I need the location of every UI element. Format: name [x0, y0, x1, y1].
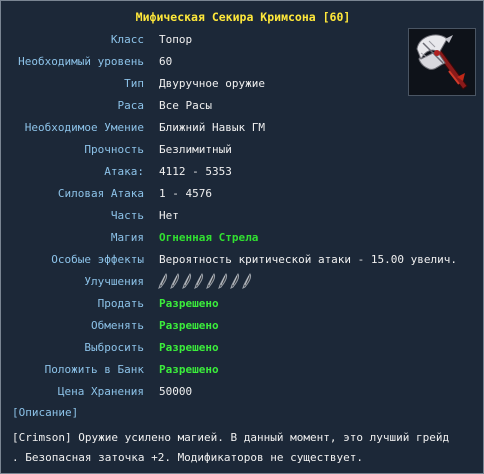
stat-row-drop: Выбросить Разрешено: [1, 341, 483, 363]
class-value: Топор: [159, 33, 193, 46]
required-skill-label: Необходимое Умение: [24, 121, 144, 134]
magic-value: Огненная Стрела: [159, 231, 259, 244]
stat-row-part: Часть Нет: [1, 209, 483, 231]
race-label: Раса: [117, 99, 145, 112]
race-value: Все Расы: [159, 99, 212, 112]
special-effects-label: Особые эффекты: [51, 253, 144, 266]
empty-upgrade-slot-icon: [194, 273, 204, 289]
description-header: [Описание]: [12, 406, 79, 419]
item-title: Мифическая Секира Кримсона [60]: [135, 10, 351, 24]
stat-row-type: Тип Двуручное оружие: [1, 77, 483, 99]
sell-label: Продать: [97, 297, 144, 310]
description-line-2: . Безопасная заточка +2. Модификаторов н…: [12, 451, 363, 464]
durability-value: Безлимитный: [159, 143, 232, 156]
empty-upgrade-slot-icon: [182, 273, 192, 289]
stat-row-upgrades: Улучшения: [1, 273, 483, 297]
trade-value: Разрешено: [159, 319, 219, 332]
stat-row-attack: Атака: 4112 - 5353: [1, 165, 483, 187]
stat-row-bank: Положить в Банк Разрешено: [1, 363, 483, 385]
upgrade-slots: [157, 273, 253, 289]
stat-row-storage-price: Цена Хранения 50000: [1, 385, 483, 407]
class-label: Класс: [110, 33, 144, 46]
attack-label: Атака:: [104, 165, 144, 178]
durability-label: Прочность: [84, 143, 144, 156]
force-attack-value: 1 - 4576: [159, 187, 212, 200]
type-label: Тип: [124, 77, 144, 90]
stat-row-magic: Магия Огненная Стрела: [1, 231, 483, 253]
stat-row-required-level: Необходимый уровень 60: [1, 55, 483, 77]
stat-row-race: Раса Все Расы: [1, 99, 483, 121]
type-value: Двуручное оружие: [159, 77, 265, 90]
stat-row-trade: Обменять Разрешено: [1, 319, 483, 341]
empty-upgrade-slot-icon: [242, 273, 252, 289]
drop-value: Разрешено: [159, 341, 219, 354]
special-effects-value: Вероятность критической атаки - 15.00 ув…: [159, 253, 458, 266]
sell-value: Разрешено: [159, 297, 219, 310]
part-value: Нет: [159, 209, 179, 222]
empty-upgrade-slot-icon: [206, 273, 216, 289]
empty-upgrade-slot-icon: [218, 273, 228, 289]
stat-row-force-attack: Силовая Атака 1 - 4576: [1, 187, 483, 209]
stat-row-class: Класс Топор: [1, 33, 483, 55]
trade-label: Обменять: [91, 319, 144, 332]
magic-label: Магия: [110, 231, 144, 244]
attack-value: 4112 - 5353: [159, 165, 232, 178]
stat-row-durability: Прочность Безлимитный: [1, 143, 483, 165]
stat-row-special-effects: Особые эффекты Вероятность критической а…: [1, 253, 483, 275]
empty-upgrade-slot-icon: [230, 273, 240, 289]
required-skill-value: Ближний Навык ГМ: [159, 121, 265, 134]
item-tooltip: Мифическая Секира Кримсона [60] Класс То…: [0, 0, 484, 474]
required-level-label: Необходимый уровень: [18, 55, 144, 68]
bank-label: Положить в Банк: [44, 363, 144, 376]
description-line-1: [Crimson] Оружие усилено магией. В данны…: [12, 431, 450, 444]
empty-upgrade-slot-icon: [158, 273, 168, 289]
storage-price-value: 50000: [159, 385, 193, 398]
stat-row-required-skill: Необходимое Умение Ближний Навык ГМ: [1, 121, 483, 143]
empty-upgrade-slot-icon: [170, 273, 180, 289]
required-level-value: 60: [159, 55, 173, 68]
storage-price-label: Цена Хранения: [57, 385, 144, 398]
stat-row-sell: Продать Разрешено: [1, 297, 483, 319]
part-label: Часть: [110, 209, 144, 222]
force-attack-label: Силовая Атака: [57, 187, 144, 200]
bank-value: Разрешено: [159, 363, 219, 376]
drop-label: Выбросить: [84, 341, 144, 354]
upgrades-label: Улучшения: [84, 275, 144, 288]
